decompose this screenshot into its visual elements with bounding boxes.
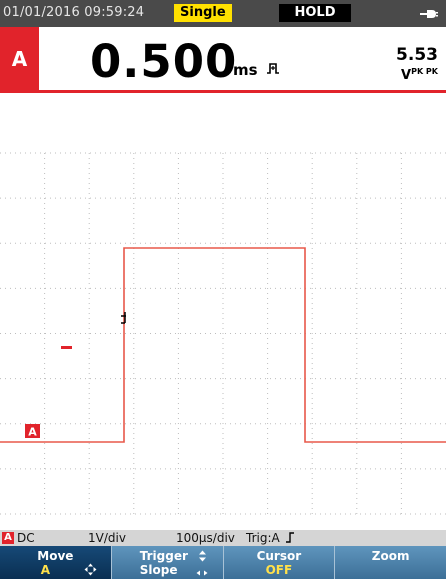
softkey-move-label: Move [37, 549, 74, 563]
softkey-cursor-label: Cursor [256, 549, 302, 563]
waveform-display: A [0, 93, 446, 530]
peak-peak-unit: VPK PK [401, 67, 438, 84]
status-bar: 01/01/2016 09:59:24 Single HOLD [0, 0, 446, 27]
scope-screen: 01/01/2016 09:59:24 Single HOLD A 0.500 … [0, 0, 446, 579]
volts-per-div-label: 1V/div [88, 531, 126, 545]
waveform-plot: A [0, 152, 446, 515]
softkey-cursor[interactable]: Cursor OFF [223, 546, 336, 579]
datetime-label: 01/01/2016 09:59:24 [3, 5, 145, 20]
softkey-cursor-state: OFF [265, 563, 293, 577]
measurement-readout: A 0.500 ms 5.53 VPK PK [0, 27, 446, 93]
acquisition-mode-badge: Single [174, 4, 232, 22]
hold-badge: HOLD [279, 4, 351, 22]
scale-status-bar: A DC 1V/div 100µs/div Trig:A [0, 530, 446, 546]
channel-a-marker[interactable]: A [25, 424, 40, 439]
channel-a-tab[interactable]: A [0, 27, 39, 90]
time-per-div-label: 100µs/div [176, 531, 235, 545]
scale-channel-badge: A [2, 532, 14, 544]
graticule [0, 152, 446, 515]
rising-edge-icon [285, 532, 294, 543]
peak-peak-qualifier: PK PK [411, 67, 438, 76]
main-reading-value: 0.500 [90, 35, 238, 88]
channel-a-marker-label: A [28, 426, 37, 439]
softkey-bar: Move A Trigger Slope Cursor OFF Zoom [0, 546, 446, 579]
move-arrows-icon [84, 563, 97, 576]
softkey-zoom-label: Zoom [371, 549, 410, 563]
mains-plug-icon [420, 10, 438, 18]
peak-peak-value: 5.53 [396, 45, 438, 65]
softkey-trigger-label: Trigger [139, 549, 188, 563]
trigger-source-text: Trig:A [246, 531, 280, 545]
waveform-trace [0, 247, 446, 443]
softkey-trigger-sub: Slope [139, 563, 178, 577]
pulse-width-icon [267, 63, 279, 74]
trigger-level-marker [61, 346, 72, 349]
softkey-move[interactable]: Move A [0, 546, 112, 579]
left-right-arrows-icon [196, 570, 208, 576]
trigger-source-label: Trig:A [246, 530, 296, 546]
peak-peak-unit-v: V [401, 68, 412, 83]
coupling-label: DC [17, 531, 35, 545]
softkey-trigger-slope[interactable]: Trigger Slope [111, 546, 224, 579]
up-down-arrows-icon [198, 550, 206, 562]
main-reading-unit: ms [233, 61, 258, 79]
softkey-zoom[interactable]: Zoom [335, 546, 446, 579]
